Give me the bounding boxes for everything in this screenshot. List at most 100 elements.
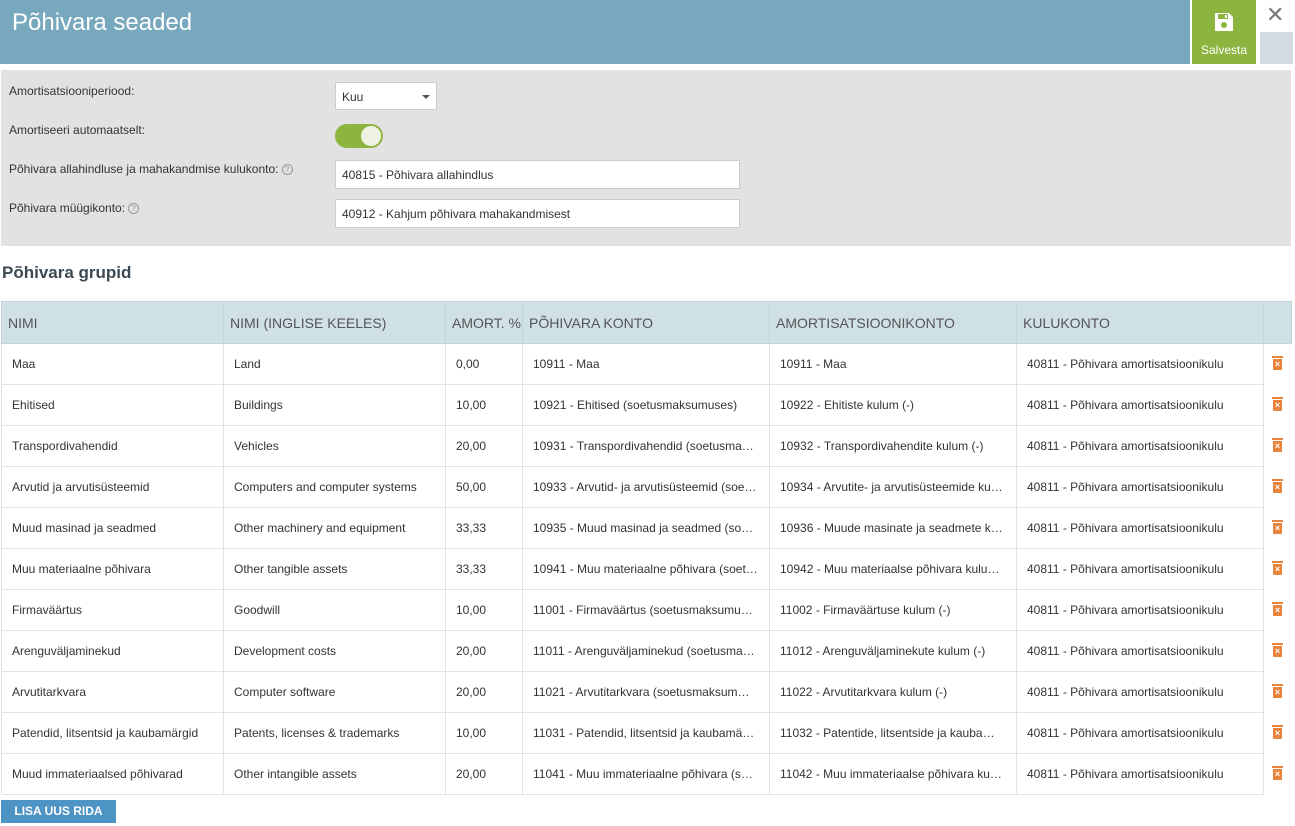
trash-icon[interactable]: × bbox=[1272, 560, 1283, 575]
table-cell[interactable]: 10921 - Ehitised (soetusmaksumuses) bbox=[522, 384, 770, 426]
table-row[interactable]: Muud immateriaalsed põhivarad Other intan… bbox=[1, 753, 1292, 795]
table-cell[interactable]: Buildings bbox=[223, 384, 446, 426]
column-header[interactable]: KULUKONTO bbox=[1016, 301, 1264, 344]
table-cell[interactable]: Other tangible assets bbox=[223, 548, 446, 590]
trash-icon[interactable]: × bbox=[1272, 683, 1283, 698]
table-cell[interactable]: Patendid, litsentsid ja kaubamärgid bbox=[1, 712, 224, 754]
table-cell[interactable]: Firmaväärtus bbox=[1, 589, 224, 631]
table-cell[interactable]: 11041 - Muu immateriaalne põhivara (s… bbox=[522, 753, 770, 795]
table-cell[interactable]: 10922 - Ehitiste kulum (-) bbox=[769, 384, 1017, 426]
sale-account-input[interactable] bbox=[335, 199, 740, 228]
table-cell[interactable]: 50,00 bbox=[445, 466, 523, 508]
table-cell[interactable]: 20,00 bbox=[445, 671, 523, 713]
table-cell[interactable]: Computer software bbox=[223, 671, 446, 713]
table-cell[interactable]: Arenguväljaminekud bbox=[1, 630, 224, 672]
table-cell[interactable]: 11012 - Arenguväljaminekute kulum (-) bbox=[769, 630, 1017, 672]
table-row[interactable]: Firmaväärtus Goodwill 10,00 11001 - Firmavä… bbox=[1, 589, 1292, 631]
table-cell[interactable]: 40811 - Põhivara amortisatsioonikulu bbox=[1016, 507, 1264, 549]
table-cell[interactable]: 40811 - Põhivara amortisatsioonikulu bbox=[1016, 466, 1264, 508]
table-cell[interactable]: Arvutitarkvara bbox=[1, 671, 224, 713]
table-cell[interactable]: Transpordivahendid bbox=[1, 425, 224, 467]
trash-icon[interactable]: × bbox=[1272, 519, 1283, 534]
table-cell[interactable]: 40811 - Põhivara amortisatsioonikulu bbox=[1016, 753, 1264, 795]
table-cell[interactable]: 11001 - Firmaväärtus (soetusmaksumu… bbox=[522, 589, 770, 631]
add-row-button[interactable]: LISA UUS RIDA bbox=[1, 800, 116, 823]
table-cell[interactable]: 11022 - Arvutitarkvara kulum (-) bbox=[769, 671, 1017, 713]
table-row[interactable]: Muu materiaalne põhivara Other tangible a… bbox=[1, 548, 1292, 590]
help-circle-icon[interactable]: ? bbox=[128, 203, 140, 214]
table-cell[interactable]: Vehicles bbox=[223, 425, 446, 467]
trash-icon[interactable]: × bbox=[1272, 642, 1283, 657]
table-row[interactable]: Muud masinad ja seadmed Other machinery a… bbox=[1, 507, 1292, 549]
table-cell[interactable]: 10931 - Transpordivahendid (soetusma… bbox=[522, 425, 770, 467]
trash-icon[interactable]: × bbox=[1272, 355, 1283, 370]
table-cell[interactable]: Other machinery and equipment bbox=[223, 507, 446, 549]
table-cell[interactable]: Other intangible assets bbox=[223, 753, 446, 795]
table-cell[interactable]: 40811 - Põhivara amortisatsioonikulu bbox=[1016, 548, 1264, 590]
table-cell[interactable]: 20,00 bbox=[445, 630, 523, 672]
table-row[interactable]: Arenguväljaminekud Development costs 20,00… bbox=[1, 630, 1292, 672]
table-cell[interactable]: 11021 - Arvutitarkvara (soetusmaksum… bbox=[522, 671, 770, 713]
trash-icon[interactable]: × bbox=[1272, 478, 1283, 493]
table-cell[interactable]: 10,00 bbox=[445, 712, 523, 754]
table-row[interactable]: Maa Land 0,00 10911 - Maa 10911 - Maa 40811 -… bbox=[1, 343, 1292, 385]
period-select[interactable]: Kuu bbox=[335, 82, 437, 110]
table-cell[interactable]: 10933 - Arvutid- ja arvutisüsteemid (soe… bbox=[522, 466, 770, 508]
table-cell[interactable]: Ehitised bbox=[1, 384, 224, 426]
table-cell[interactable]: 11002 - Firmaväärtuse kulum (-) bbox=[769, 589, 1017, 631]
table-cell[interactable]: 10942 - Muu materiaalse põhivara kulu… bbox=[769, 548, 1017, 590]
table-cell[interactable]: 20,00 bbox=[445, 753, 523, 795]
table-cell[interactable]: Land bbox=[223, 343, 446, 385]
table-cell[interactable]: 20,00 bbox=[445, 425, 523, 467]
table-cell[interactable]: 10911 - Maa bbox=[769, 343, 1017, 385]
table-cell[interactable]: 40811 - Põhivara amortisatsioonikulu bbox=[1016, 384, 1264, 426]
table-row[interactable]: Arvutid ja arvutisüsteemid Computers and … bbox=[1, 466, 1292, 508]
table-cell[interactable]: 10936 - Muude masinate ja seadmete k… bbox=[769, 507, 1017, 549]
column-header[interactable]: PÕHIVARA KONTO bbox=[522, 301, 770, 344]
table-cell[interactable]: 0,00 bbox=[445, 343, 523, 385]
table-cell[interactable]: Development costs bbox=[223, 630, 446, 672]
table-row[interactable]: Ehitised Buildings 10,00 10921 - Ehitised (… bbox=[1, 384, 1292, 426]
trash-icon[interactable]: × bbox=[1272, 396, 1283, 411]
column-header[interactable]: AMORTISATSIOONIKONTO bbox=[769, 301, 1017, 344]
writedown-account-input[interactable] bbox=[335, 160, 740, 189]
table-cell[interactable]: 11011 - Arenguväljaminekud (soetusma… bbox=[522, 630, 770, 672]
table-cell[interactable]: Maa bbox=[1, 343, 224, 385]
close-icon[interactable]: ✕ bbox=[1266, 4, 1284, 26]
table-cell[interactable]: 11042 - Muu immateriaalse põhivara ku… bbox=[769, 753, 1017, 795]
table-cell[interactable]: 10932 - Transpordivahendite kulum (-) bbox=[769, 425, 1017, 467]
table-cell[interactable]: 10911 - Maa bbox=[522, 343, 770, 385]
table-cell[interactable]: Muud immateriaalsed põhivarad bbox=[1, 753, 224, 795]
table-cell[interactable]: 33,33 bbox=[445, 548, 523, 590]
table-cell[interactable]: 11032 - Patentide, litsentside ja kauba… bbox=[769, 712, 1017, 754]
trash-icon[interactable]: × bbox=[1272, 437, 1283, 452]
table-cell[interactable]: Goodwill bbox=[223, 589, 446, 631]
table-cell[interactable]: 11031 - Patendid, litsentsid ja kaubamä… bbox=[522, 712, 770, 754]
table-cell[interactable]: 40811 - Põhivara amortisatsioonikulu bbox=[1016, 671, 1264, 713]
table-cell[interactable]: 40811 - Põhivara amortisatsioonikulu bbox=[1016, 630, 1264, 672]
auto-toggle[interactable] bbox=[335, 124, 383, 148]
table-cell[interactable]: 33,33 bbox=[445, 507, 523, 549]
trash-icon[interactable]: × bbox=[1272, 724, 1283, 739]
column-header[interactable]: NIMI (INGLISE KEELES) bbox=[223, 301, 446, 344]
save-button[interactable]: Salvesta bbox=[1192, 0, 1256, 64]
table-cell[interactable]: Patents, licenses & trademarks bbox=[223, 712, 446, 754]
table-cell[interactable]: 10941 - Muu materiaalne põhivara (soet… bbox=[522, 548, 770, 590]
table-cell[interactable]: 40811 - Põhivara amortisatsioonikulu bbox=[1016, 425, 1264, 467]
table-cell[interactable]: 40811 - Põhivara amortisatsioonikulu bbox=[1016, 343, 1264, 385]
trash-icon[interactable]: × bbox=[1272, 765, 1283, 780]
table-cell[interactable]: 10,00 bbox=[445, 384, 523, 426]
column-header[interactable]: AMORT. % bbox=[445, 301, 523, 344]
table-cell[interactable]: 40811 - Põhivara amortisatsioonikulu bbox=[1016, 712, 1264, 754]
table-row[interactable]: Arvutitarkvara Computer software 20,00 1102… bbox=[1, 671, 1292, 713]
table-row[interactable]: Transpordivahendid Vehicles 20,00 10931 - T… bbox=[1, 425, 1292, 467]
table-cell[interactable]: Computers and computer systems bbox=[223, 466, 446, 508]
table-cell[interactable]: Muu materiaalne põhivara bbox=[1, 548, 224, 590]
table-cell[interactable]: 40811 - Põhivara amortisatsioonikulu bbox=[1016, 589, 1264, 631]
table-row[interactable]: Patendid, litsentsid ja kaubamärgid Paten… bbox=[1, 712, 1292, 754]
column-header[interactable]: NIMI bbox=[1, 301, 224, 344]
table-cell[interactable]: 10935 - Muud masinad ja seadmed (so… bbox=[522, 507, 770, 549]
table-cell[interactable]: Arvutid ja arvutisüsteemid bbox=[1, 466, 224, 508]
table-cell[interactable]: Muud masinad ja seadmed bbox=[1, 507, 224, 549]
help-circle-icon[interactable]: ? bbox=[281, 164, 293, 175]
